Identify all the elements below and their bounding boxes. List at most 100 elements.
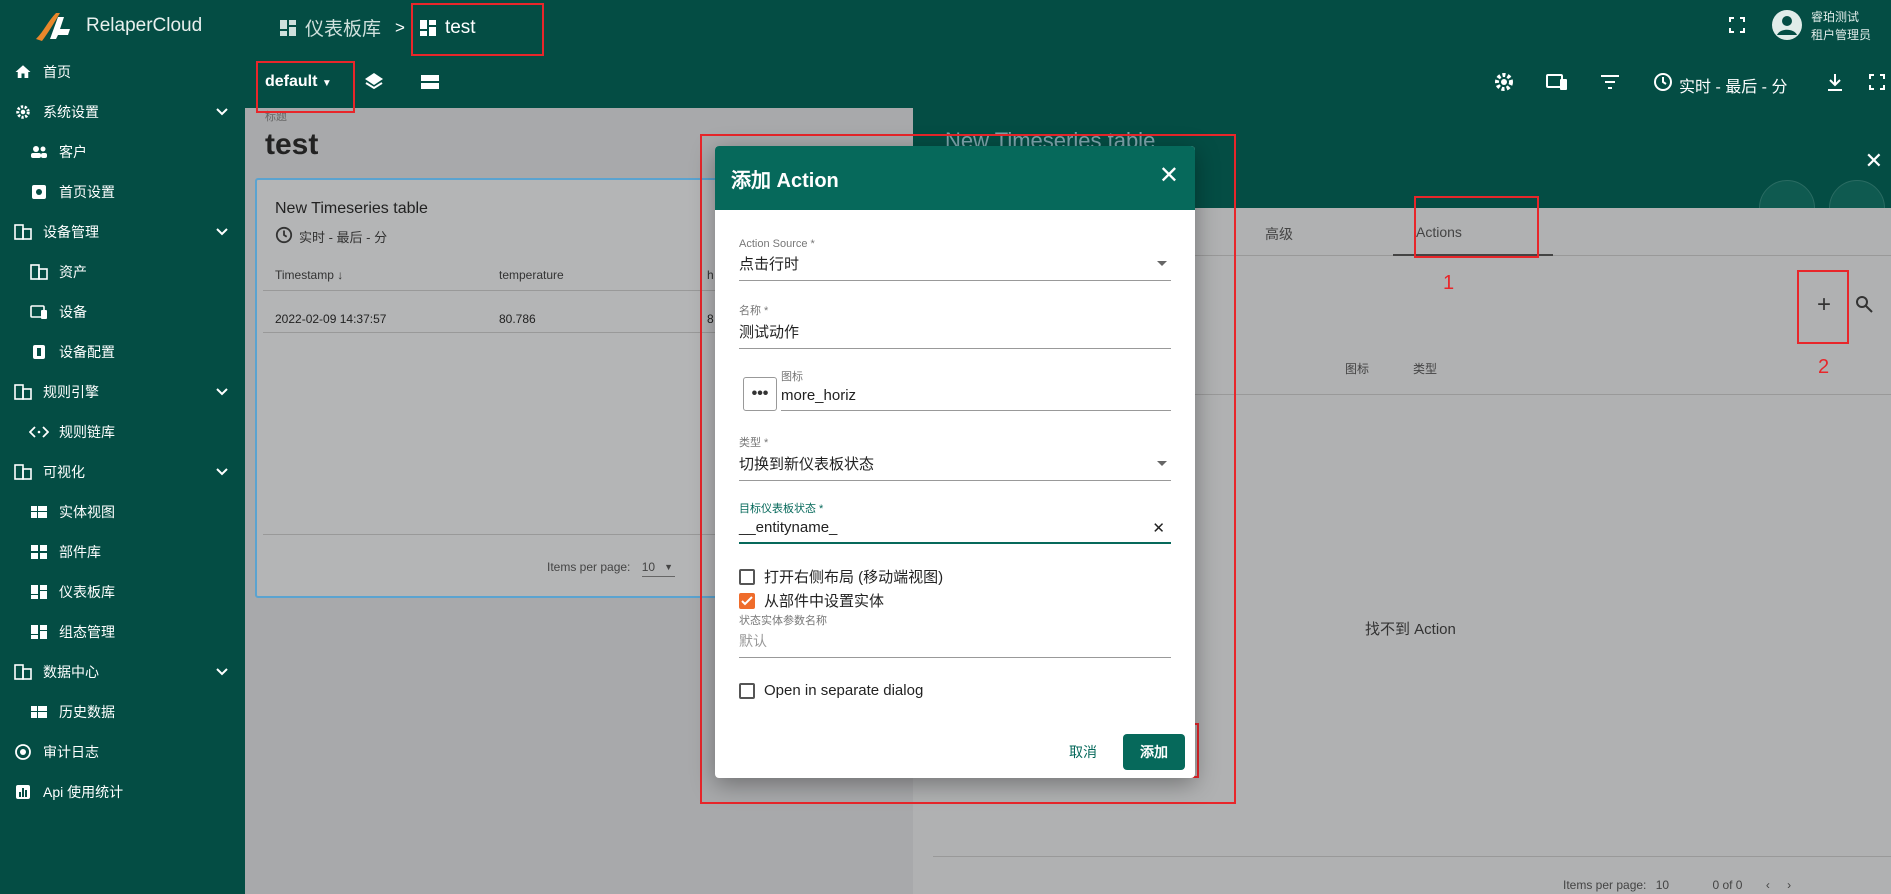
empty-state-text: 找不到 Action — [1365, 621, 1456, 638]
open-right-layout-checkbox[interactable]: 打开右侧布局 (移动端视图) — [739, 566, 943, 587]
field-label: 图标 — [781, 371, 803, 383]
sidebar-item-label: 审计日志 — [43, 744, 99, 760]
filter-icon[interactable] — [1597, 69, 1623, 95]
sidebar-item-label: 设备配置 — [59, 344, 115, 360]
sidebar-item-label: 设备 — [59, 304, 87, 320]
checkbox-label: Open in separate dialog — [764, 682, 924, 699]
sidebar-item-home[interactable]: 首页 — [0, 52, 245, 92]
sidebar-item-label: 仪表板库 — [59, 584, 115, 600]
annotation-box — [411, 3, 544, 56]
chart-icon — [12, 781, 34, 803]
arrow-down-icon: ↓ — [337, 268, 344, 282]
sidebar: RelaperCloud 首页 系统设置 客户 首页设置 设备管理 资产 设备 … — [0, 0, 245, 894]
column-label: Timestamp — [275, 268, 334, 282]
page-size-select[interactable]: 10 ▼ — [641, 560, 676, 577]
search-icon[interactable] — [1855, 295, 1873, 316]
type-select[interactable]: 类型 * 切换到新仪表板状态 — [739, 434, 1171, 481]
profile-icon — [28, 341, 50, 363]
brand-logo-icon — [30, 9, 78, 43]
action-source-select[interactable]: Action Source * 点击行时 — [739, 238, 1171, 281]
sidebar-item-system-settings[interactable]: 系统设置 — [0, 92, 245, 132]
sidebar-item-devices[interactable]: 设备 — [0, 292, 245, 332]
user-name: 睿珀测试 — [1810, 10, 1859, 24]
page-size-value[interactable]: 10 — [1656, 878, 1669, 892]
checkbox-label: 从部件中设置实体 — [764, 593, 885, 610]
sidebar-item-rule-chains[interactable]: 规则链库 — [0, 412, 245, 452]
name-field[interactable]: 名称 * 测试动作 — [739, 302, 1171, 349]
chevron-left-icon[interactable]: ‹ — [1766, 878, 1770, 892]
cancel-button[interactable]: 取消 — [1069, 742, 1097, 762]
sidebar-item-assets[interactable]: 资产 — [0, 252, 245, 292]
timewindow-button[interactable]: 实时 - 最后 - 分 — [1653, 72, 1787, 97]
sidebar-item-device-management[interactable]: 设备管理 — [0, 212, 245, 252]
add-button[interactable]: 添加 — [1123, 734, 1185, 770]
chevron-right-icon[interactable]: › — [1787, 878, 1791, 892]
breadcrumb-dashboards-link[interactable]: 仪表板库 — [305, 14, 381, 41]
sidebar-item-home-settings[interactable]: 首页设置 — [0, 172, 245, 212]
sidebar-item-label: 资产 — [59, 264, 87, 280]
view-icon — [28, 701, 50, 723]
annotation-box — [256, 61, 355, 113]
paginator-range: 0 of 0 — [1712, 878, 1743, 892]
sidebar-item-label: 首页 — [43, 64, 71, 80]
building-icon — [12, 221, 34, 243]
column-header-timestamp[interactable]: Timestamp ↓ — [275, 268, 343, 282]
dashboard-toolbar: default ▼ 实时 - 最后 - 分 — [245, 55, 1891, 108]
close-icon[interactable]: ✕ — [1865, 148, 1883, 174]
sidebar-item-dashboards[interactable]: 仪表板库 — [0, 572, 245, 612]
divider — [933, 856, 1891, 857]
column-header-temperature[interactable]: temperature — [499, 268, 564, 282]
layers-icon[interactable] — [361, 69, 387, 95]
sidebar-item-data-center[interactable]: 数据中心 — [0, 652, 245, 692]
fullscreen-icon[interactable] — [1864, 69, 1890, 95]
sidebar-item-label: 系统设置 — [43, 104, 99, 120]
sidebar-item-customers[interactable]: 客户 — [0, 132, 245, 172]
sidebar-item-device-profiles[interactable]: 设备配置 — [0, 332, 245, 372]
layout-icon[interactable] — [417, 69, 443, 95]
sidebar-item-entity-views[interactable]: 实体视图 — [0, 492, 245, 532]
code-icon — [28, 421, 50, 443]
sidebar-item-api-usage[interactable]: Api 使用统计 — [0, 772, 245, 812]
home-icon — [12, 61, 34, 83]
gear-icon[interactable] — [1491, 69, 1517, 95]
paginator-label: Items per page: — [547, 560, 631, 574]
checkbox-label: 打开右侧布局 (移动端视图) — [764, 569, 944, 586]
download-icon[interactable] — [1822, 69, 1848, 95]
sidebar-nav: 首页 系统设置 客户 首页设置 设备管理 资产 设备 设备配置 规则引擎 规则链… — [0, 52, 245, 812]
user-menu[interactable]: 睿珀测试 租户管理员 — [1728, 8, 1871, 44]
sidebar-item-widgets-library[interactable]: 部件库 — [0, 532, 245, 572]
sidebar-item-label: 设备管理 — [43, 224, 99, 240]
icon-picker-button[interactable]: ••• — [743, 377, 777, 411]
sidebar-item-audit-logs[interactable]: 审计日志 — [0, 732, 245, 772]
sidebar-item-scada[interactable]: 组态管理 — [0, 612, 245, 652]
devices-icon[interactable] — [1544, 69, 1570, 95]
clear-icon[interactable]: ✕ — [1152, 519, 1165, 537]
more-horiz-icon: ••• — [751, 385, 769, 402]
chevron-down-icon — [215, 664, 229, 680]
column-header-icon: 图标 — [1345, 362, 1370, 376]
open-separate-dialog-checkbox[interactable]: Open in separate dialog — [739, 682, 923, 699]
dialog-title: 添加 Action — [731, 169, 839, 192]
settings-box-icon — [28, 181, 50, 203]
table-cell: 80.786 — [499, 312, 536, 326]
people-icon — [28, 141, 50, 163]
clock-icon — [275, 226, 293, 247]
close-icon[interactable]: ✕ — [1159, 164, 1179, 188]
state-entity-param-field[interactable]: 状态实体参数名称 默认 — [739, 612, 1171, 658]
annotation-box — [1797, 270, 1849, 344]
sidebar-item-history-data[interactable]: 历史数据 — [0, 692, 245, 732]
sidebar-item-visualization[interactable]: 可视化 — [0, 452, 245, 492]
fullscreen-icon[interactable] — [1728, 16, 1745, 36]
building-icon — [12, 661, 34, 683]
field-value: 测试动作 — [739, 321, 1171, 349]
icon-field[interactable]: 图标 more_horiz — [781, 368, 1171, 411]
sidebar-item-label: 实体视图 — [59, 504, 115, 520]
logo: RelaperCloud — [0, 0, 245, 52]
target-state-field[interactable]: 目标仪表板状态 * __entityname_ ✕ — [739, 500, 1171, 544]
building-icon — [12, 461, 34, 483]
sidebar-item-rule-engine[interactable]: 规则引擎 — [0, 372, 245, 412]
tab-advanced[interactable]: 高级 — [1265, 224, 1293, 244]
field-value: 点击行时 — [739, 256, 800, 273]
sidebar-item-label: 首页设置 — [59, 184, 115, 200]
set-entity-from-widget-checkbox[interactable]: 从部件中设置实体 — [739, 590, 884, 611]
